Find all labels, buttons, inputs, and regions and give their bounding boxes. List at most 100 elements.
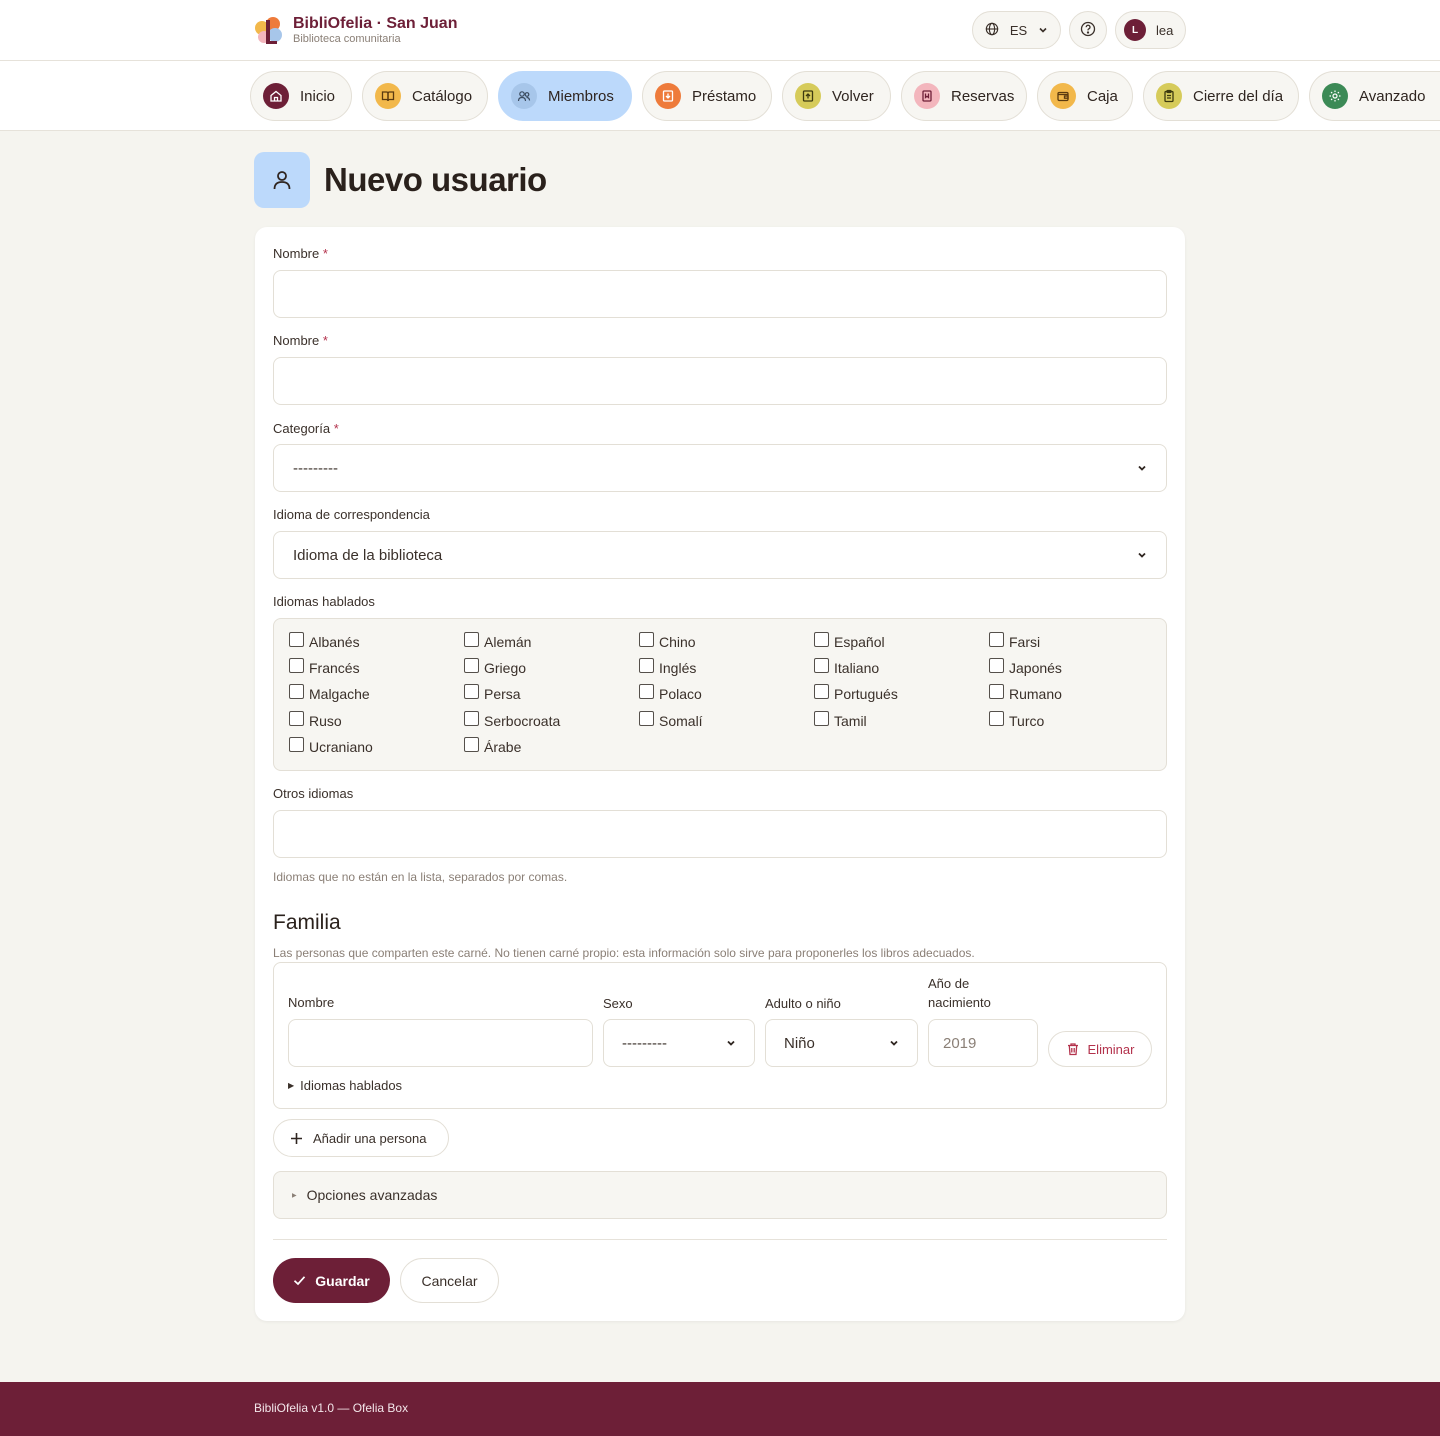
- advanced-options-toggle[interactable]: ▶ Opciones avanzadas: [273, 1171, 1167, 1219]
- checkbox-box[interactable]: [814, 683, 829, 699]
- language-checkbox[interactable]: Serbocroata: [464, 710, 560, 729]
- tab-avanzado[interactable]: Avanzado: [1309, 71, 1440, 121]
- language-checkbox[interactable]: Chino: [639, 631, 696, 650]
- family-age-label: Adulto o niño: [765, 996, 841, 1011]
- tab-cierre-del-dia[interactable]: Cierre del día: [1143, 71, 1299, 121]
- checkbox-box[interactable]: [989, 631, 1004, 647]
- checkbox-box[interactable]: [989, 710, 1004, 726]
- tab-label: Inicio: [300, 87, 336, 105]
- correspondence-language-select[interactable]: Idioma de la biblioteca: [273, 531, 1167, 579]
- checkbox-box[interactable]: [289, 657, 304, 673]
- checkbox-box[interactable]: [814, 657, 829, 673]
- checkbox-box[interactable]: [639, 683, 654, 699]
- checkbox-label: Rumano: [1009, 686, 1062, 702]
- save-button[interactable]: Guardar: [273, 1258, 390, 1303]
- footer: BibliOfelia v1.0 — Ofelia Box: [0, 1382, 1440, 1436]
- checkbox-box[interactable]: [639, 631, 654, 647]
- tab-label: Avanzado: [1359, 87, 1426, 105]
- checkbox-box[interactable]: [464, 683, 479, 699]
- language-checkbox[interactable]: Rumano: [989, 683, 1062, 702]
- brand[interactable]: BibliOfelia · San Juan Biblioteca comuni…: [253, 14, 457, 46]
- family-languages-toggle[interactable]: ▶ Idiomas hablados: [288, 1078, 402, 1093]
- tab-prestamo[interactable]: Préstamo: [642, 71, 772, 121]
- language-checkbox[interactable]: Persa: [464, 683, 521, 702]
- select-value: ---------: [622, 1034, 667, 1052]
- required-mark: *: [322, 246, 328, 261]
- caret-right-icon: ▶: [292, 1192, 297, 1199]
- checkbox-box[interactable]: [464, 631, 479, 647]
- language-checkbox[interactable]: Francés: [289, 657, 360, 676]
- tab-inicio[interactable]: Inicio: [250, 71, 352, 121]
- checkbox-box[interactable]: [639, 657, 654, 673]
- correspondence-language-label: Idioma de correspondencia: [273, 507, 430, 522]
- family-birth-year-input[interactable]: 2019: [928, 1019, 1038, 1067]
- family-sex-select[interactable]: ---------: [603, 1019, 755, 1067]
- required-mark: *: [333, 421, 339, 436]
- label-line: Año de: [928, 976, 970, 991]
- language-checkbox[interactable]: Malgache: [289, 683, 370, 702]
- family-age-select[interactable]: Niño: [765, 1019, 918, 1067]
- checkbox-box[interactable]: [289, 683, 304, 699]
- tab-volver[interactable]: Volver: [782, 71, 891, 121]
- checkbox-box[interactable]: [289, 631, 304, 647]
- add-person-button[interactable]: Añadir una persona: [273, 1119, 449, 1157]
- checkbox-label: Tamil: [834, 713, 867, 729]
- checkbox-box[interactable]: [989, 657, 1004, 673]
- language-checkbox[interactable]: Alemán: [464, 631, 531, 650]
- checkbox-box[interactable]: [814, 710, 829, 726]
- chevron-down-icon: [1038, 23, 1048, 38]
- language-checkbox[interactable]: Farsi: [989, 631, 1040, 650]
- tab-caja[interactable]: Caja: [1037, 71, 1133, 121]
- checkbox-box[interactable]: [989, 683, 1004, 699]
- brand-subtitle: Biblioteca comunitaria: [293, 32, 401, 45]
- language-checkbox[interactable]: Tamil: [814, 710, 867, 729]
- language-checkbox[interactable]: Ruso: [289, 710, 342, 729]
- gear-icon: [1322, 83, 1348, 109]
- help-button[interactable]: [1069, 11, 1107, 49]
- select-value: Idioma de la biblioteca: [293, 546, 443, 564]
- tab-miembros[interactable]: Miembros: [498, 71, 632, 121]
- category-select[interactable]: ---------: [273, 444, 1167, 492]
- checkbox-label: Portugués: [834, 686, 898, 702]
- family-name-label: Nombre: [288, 995, 335, 1010]
- checkbox-box[interactable]: [814, 631, 829, 647]
- language-checkbox[interactable]: Portugués: [814, 683, 898, 702]
- tab-label: Caja: [1087, 87, 1118, 105]
- checkbox-box[interactable]: [464, 736, 479, 752]
- tab-catalogo[interactable]: Catálogo: [362, 71, 488, 121]
- cancel-button[interactable]: Cancelar: [400, 1258, 499, 1303]
- divider: [273, 1239, 1167, 1240]
- return-icon: [795, 83, 821, 109]
- checkbox-box[interactable]: [464, 657, 479, 673]
- language-checkbox[interactable]: Somalí: [639, 710, 703, 729]
- delete-person-button[interactable]: Eliminar: [1048, 1031, 1152, 1067]
- checkbox-box[interactable]: [289, 736, 304, 752]
- checkbox-label: Inglés: [659, 660, 697, 676]
- language-checkbox[interactable]: Inglés: [639, 657, 697, 676]
- language-selector[interactable]: ES: [972, 11, 1061, 49]
- family-name-input[interactable]: [288, 1019, 593, 1067]
- button-label: Añadir una persona: [313, 1130, 427, 1146]
- user-menu[interactable]: L lea: [1115, 11, 1186, 49]
- other-languages-input[interactable]: [273, 810, 1167, 858]
- chevron-down-icon: [1137, 547, 1147, 564]
- family-member-row: Nombre Sexo Adulto o niño Año de nacimie…: [273, 962, 1167, 1109]
- family-heading: Familia: [273, 911, 341, 934]
- last-name-input[interactable]: [273, 357, 1167, 405]
- language-checkbox[interactable]: Español: [814, 631, 885, 650]
- first-name-input[interactable]: [273, 270, 1167, 318]
- checkbox-box[interactable]: [289, 710, 304, 726]
- language-checkbox[interactable]: Albanés: [289, 631, 360, 650]
- language-checkbox[interactable]: Polaco: [639, 683, 702, 702]
- bookmark-icon: [914, 83, 940, 109]
- language-checkbox[interactable]: Griego: [464, 657, 526, 676]
- language-checkbox[interactable]: Japonés: [989, 657, 1062, 676]
- language-checkbox[interactable]: Turco: [989, 710, 1044, 729]
- language-checkbox[interactable]: Árabe: [464, 736, 521, 755]
- tab-reservas[interactable]: Reservas: [901, 71, 1027, 121]
- checkbox-box[interactable]: [464, 710, 479, 726]
- language-checkbox[interactable]: Ucraniano: [289, 736, 373, 755]
- button-label: Eliminar: [1087, 1041, 1135, 1057]
- checkbox-box[interactable]: [639, 710, 654, 726]
- language-checkbox[interactable]: Italiano: [814, 657, 879, 676]
